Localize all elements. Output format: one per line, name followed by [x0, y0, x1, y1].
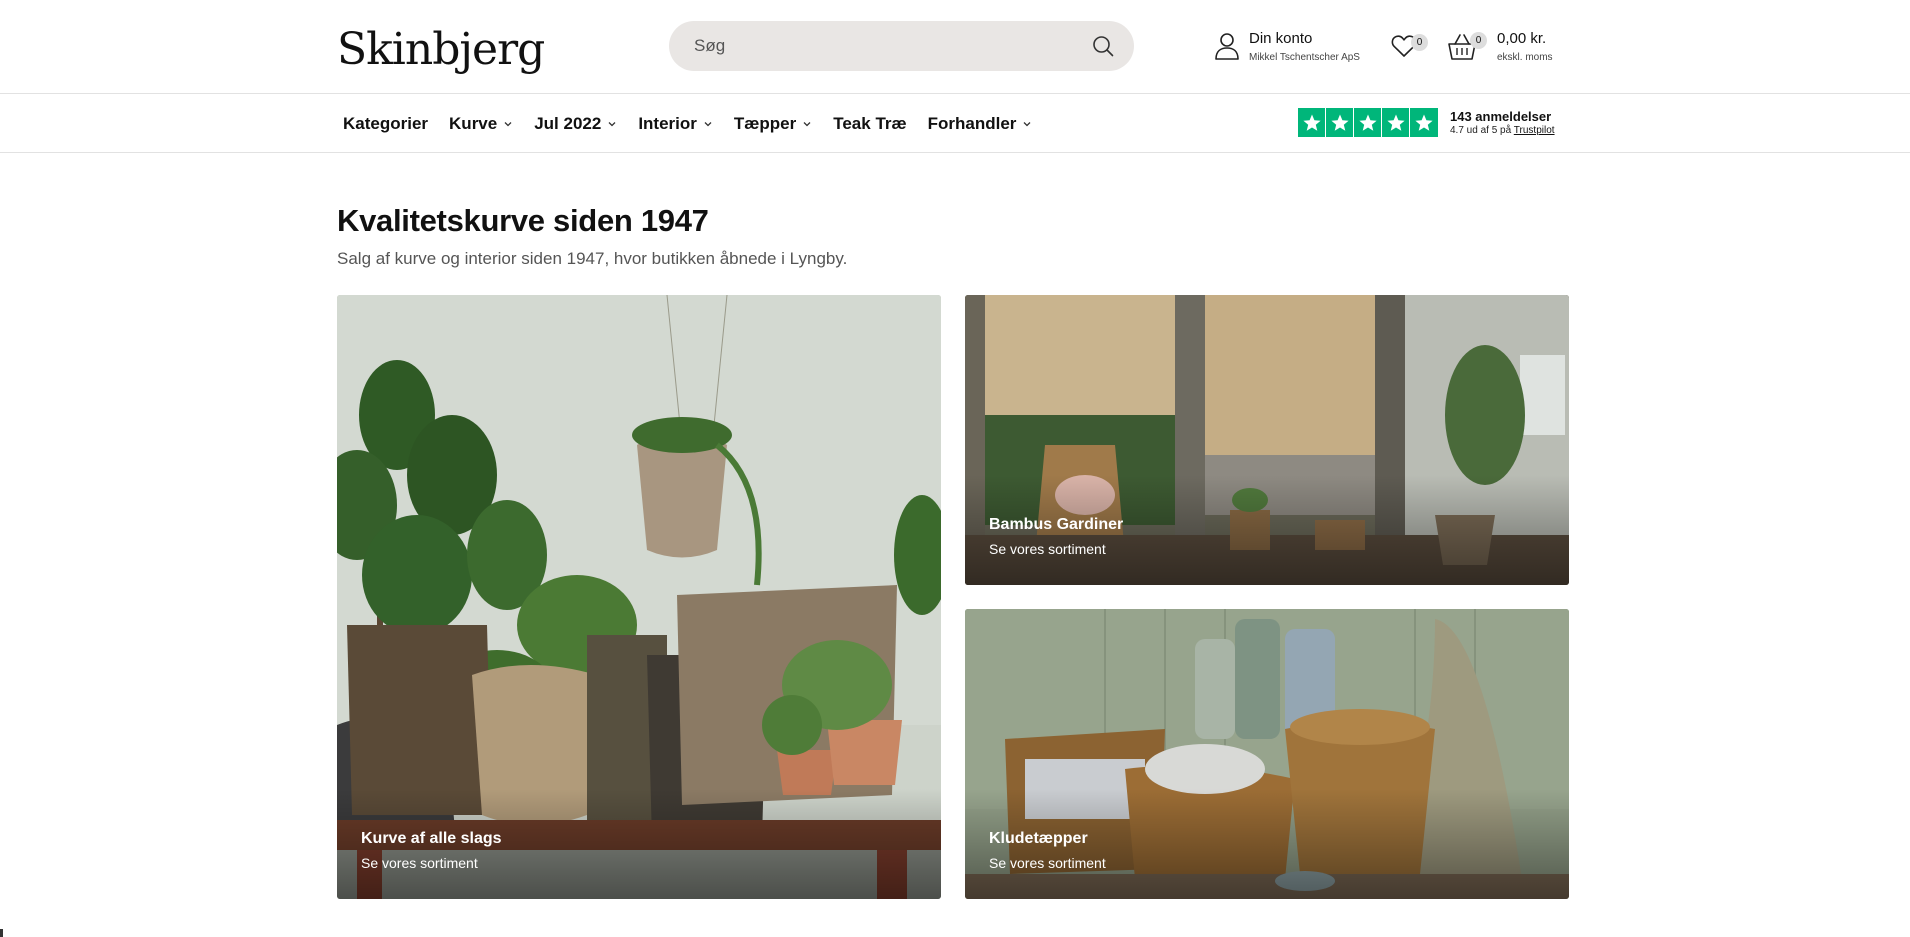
star-icon: [1410, 108, 1438, 137]
category-tile-kludetaepper[interactable]: Kludetæpper Se vores sortiment: [965, 609, 1569, 899]
page-title: Kvalitetskurve siden 1947: [337, 203, 709, 238]
trustpilot-link[interactable]: Trustpilot: [1514, 125, 1555, 136]
nav-item-teak-trae[interactable]: Teak Træ: [833, 114, 906, 134]
cart-tax-note: ekskl. moms: [1497, 52, 1553, 63]
star-icon: [1354, 108, 1382, 137]
trustpilot-rating: 4.7 ud af 5 på Trustpilot: [1450, 124, 1555, 136]
chevron-down-icon: [504, 121, 512, 126]
trustpilot-review-count: 143 anmeldelser: [1450, 108, 1552, 124]
cart-button[interactable]: 0: [1447, 29, 1487, 63]
tile-link[interactable]: Se vores sortiment: [361, 853, 502, 873]
tile-title: Kurve af alle slags: [361, 830, 502, 847]
nav-item-taepper[interactable]: Tæpper: [734, 114, 812, 134]
search-icon[interactable]: [1090, 33, 1116, 59]
site-header: Skinbjerg Din konto Mikkel Tschentscher …: [0, 0, 1910, 94]
cart-total: 0,00 kr.: [1497, 30, 1547, 47]
star-icon: [1298, 108, 1326, 137]
nav-item-label: Kurve: [449, 113, 498, 133]
trustpilot-stars: [1298, 108, 1438, 137]
nav-item-jul-2022[interactable]: Jul 2022: [534, 114, 617, 134]
page-subtitle: Salg af kurve og interior siden 1947, hv…: [337, 249, 848, 268]
nav-item-label: Forhandler: [927, 113, 1017, 133]
account-label: Din konto: [1249, 30, 1313, 47]
category-tile-kurve[interactable]: Kurve af alle slags Se vores sortiment: [337, 295, 941, 899]
user-icon: [1214, 32, 1242, 62]
tile-link[interactable]: Se vores sortiment: [989, 853, 1106, 873]
chevron-down-icon: [1023, 121, 1031, 126]
search-input[interactable]: [694, 36, 1090, 56]
cart-count: 0: [1470, 32, 1487, 49]
nav-item-label: Jul 2022: [534, 113, 602, 133]
star-icon: [1382, 108, 1410, 137]
account-company: Mikkel Tschentscher ApS: [1249, 52, 1360, 63]
tile-title: Kludetæpper: [989, 830, 1088, 847]
chevron-down-icon: [704, 121, 712, 126]
nav-item-label: Tæpper: [733, 113, 797, 133]
tile-link[interactable]: Se vores sortiment: [989, 539, 1123, 559]
page-edge-marker: [0, 929, 3, 937]
account-link[interactable]: Din konto Mikkel Tschentscher ApS: [1214, 30, 1360, 65]
site-logo[interactable]: Skinbjerg: [337, 22, 545, 78]
chevron-down-icon: [608, 121, 616, 126]
category-tile-bambus-gardiner[interactable]: Bambus Gardiner Se vores sortiment: [965, 295, 1569, 585]
nav-item-kategorier[interactable]: Kategorier: [343, 114, 428, 134]
main-navigation: Kategorier Kurve Jul 2022 Interior Tæppe…: [0, 94, 1910, 153]
search-bar[interactable]: [669, 21, 1134, 71]
nav-item-interior[interactable]: Interior: [638, 114, 713, 134]
wishlist-count: 0: [1411, 34, 1428, 51]
nav-item-forhandler[interactable]: Forhandler: [928, 114, 1033, 134]
nav-item-kurve[interactable]: Kurve: [449, 114, 513, 134]
chevron-down-icon: [803, 121, 811, 126]
nav-item-label: Interior: [638, 113, 697, 133]
nav-item-label: Teak Træ: [833, 113, 907, 133]
star-icon: [1326, 108, 1354, 137]
trustpilot-widget[interactable]: 143 anmeldelser 4.7 ud af 5 på Trustpilo…: [1298, 108, 1555, 137]
nav-item-label: Kategorier: [343, 113, 429, 133]
cart-summary[interactable]: 0,00 kr. ekskl. moms: [1497, 30, 1553, 65]
wishlist-button[interactable]: 0: [1391, 31, 1431, 61]
tile-title: Bambus Gardiner: [989, 516, 1124, 533]
